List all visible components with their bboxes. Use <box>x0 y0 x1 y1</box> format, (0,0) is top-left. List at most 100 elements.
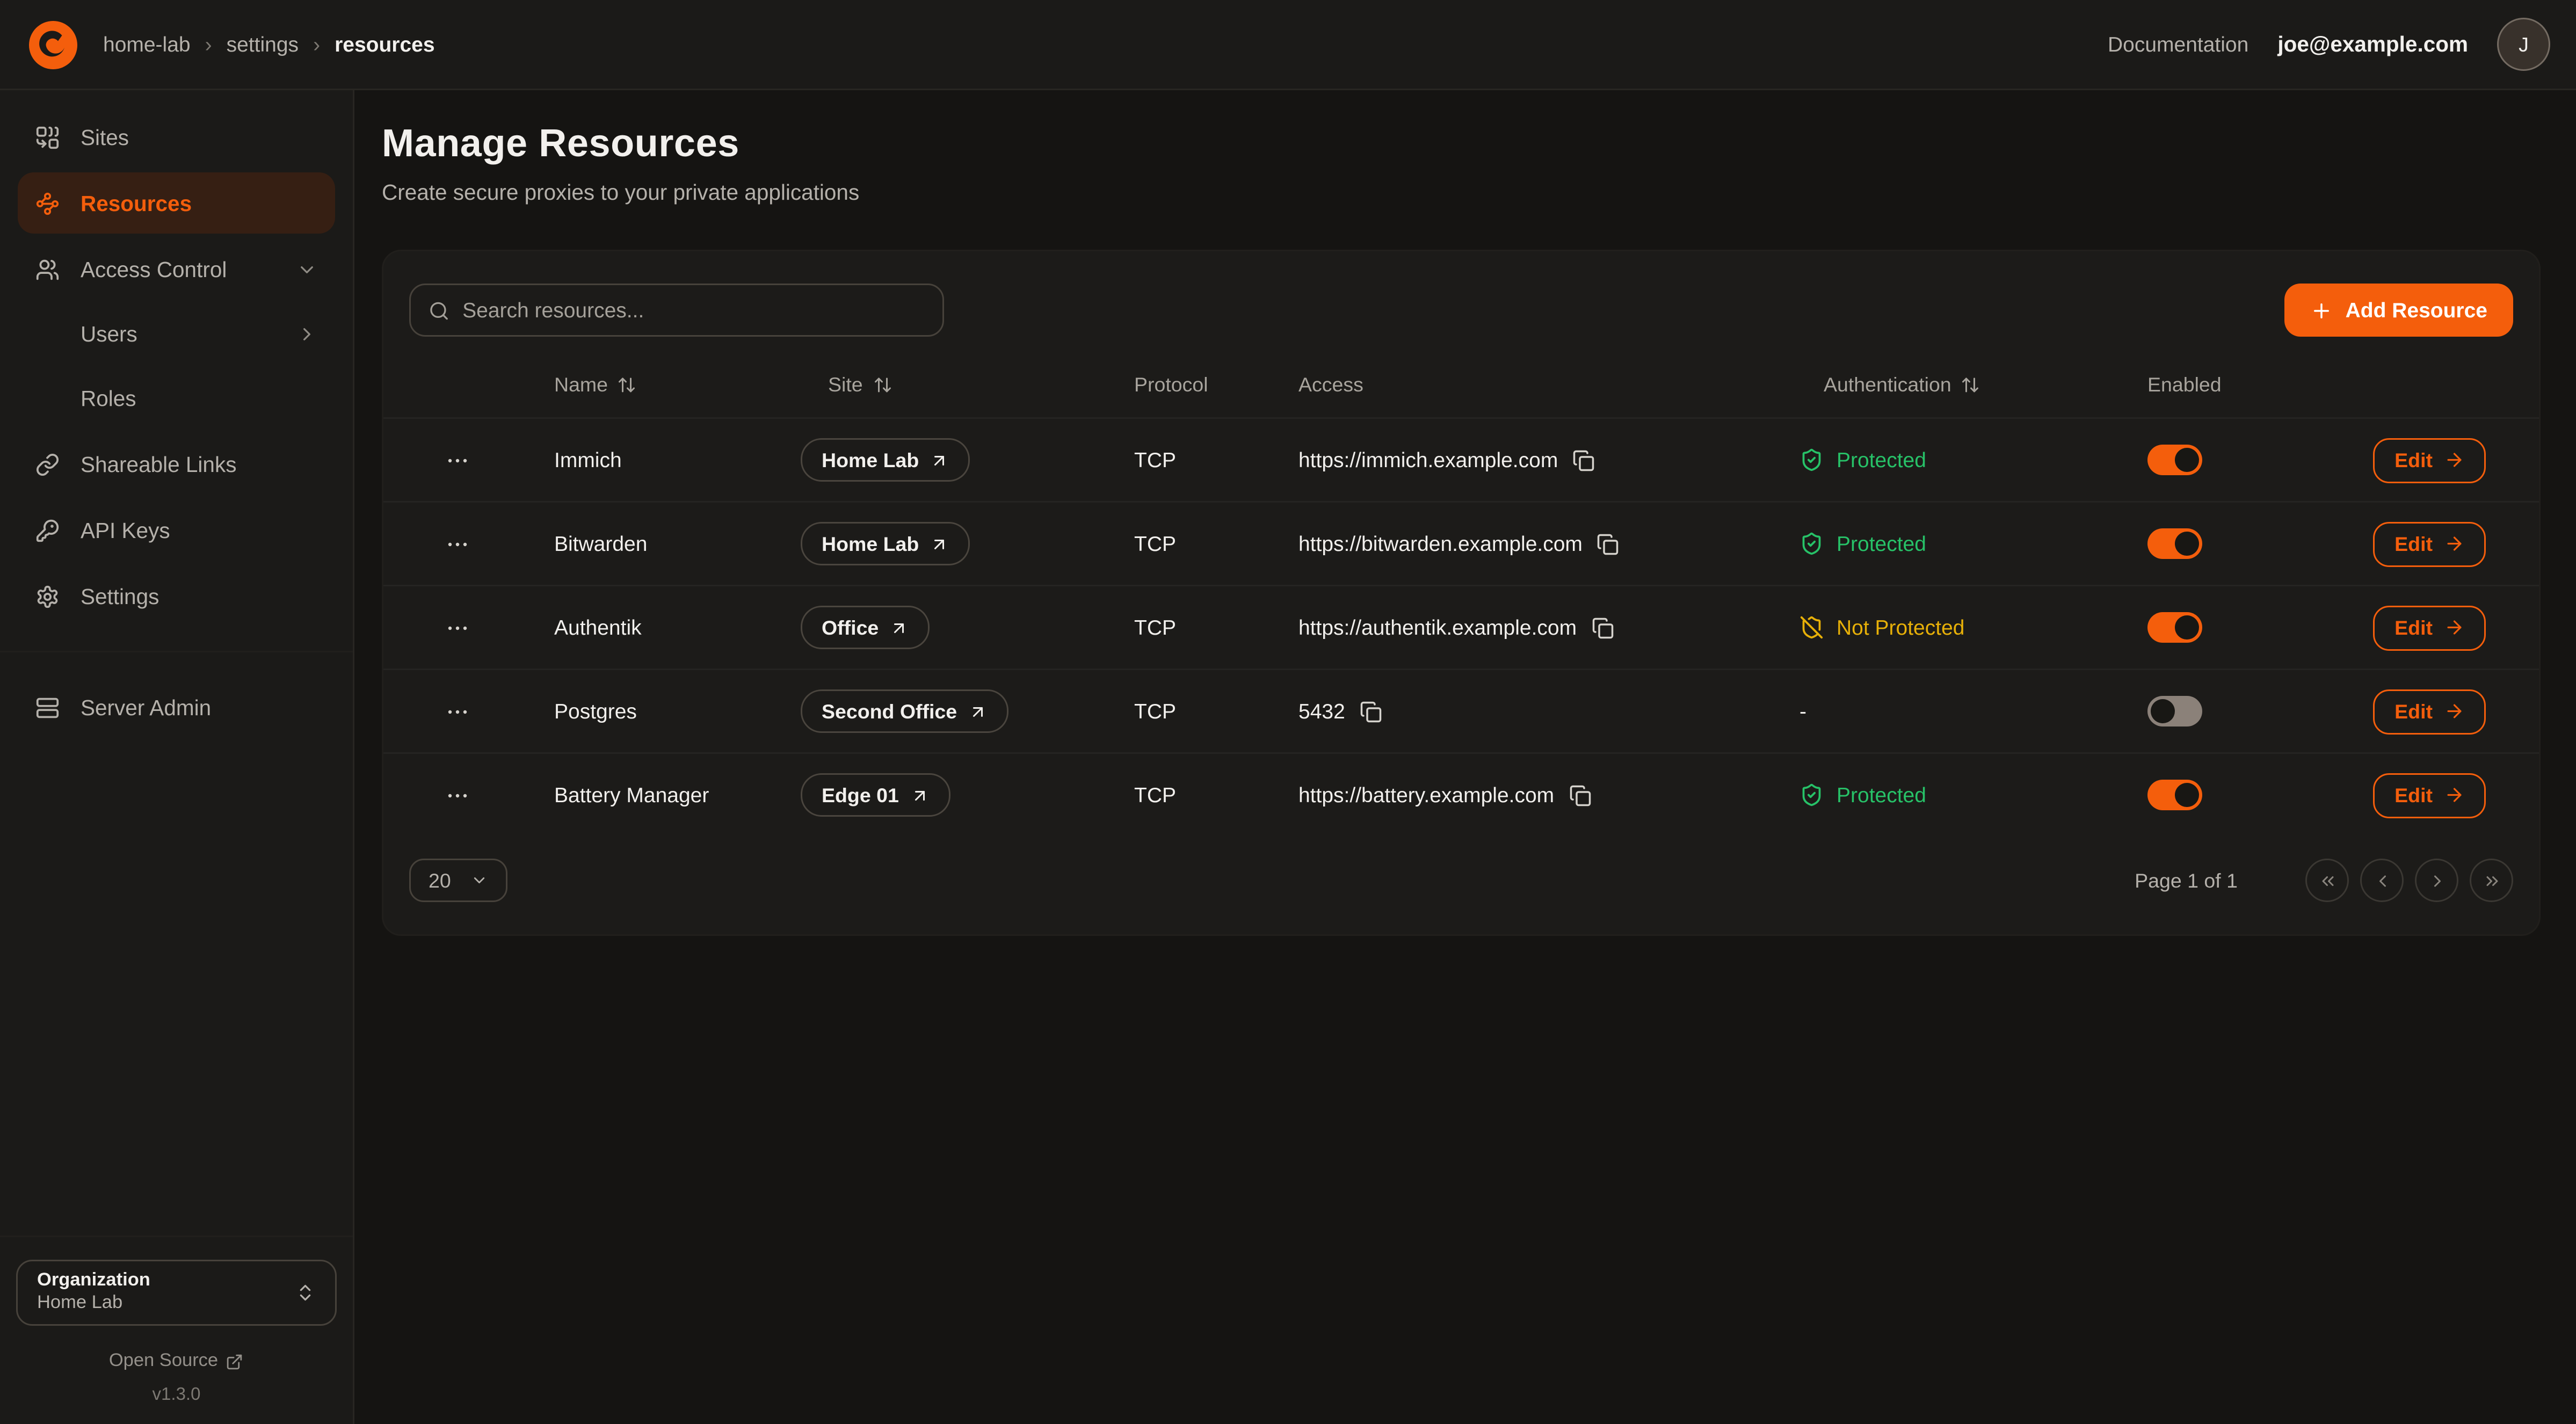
edit-button[interactable]: Edit <box>2374 689 2486 734</box>
shield-check-icon <box>1799 448 1824 472</box>
toggle-knob <box>2151 699 2175 723</box>
sidebar-item-sites[interactable]: Sites <box>18 106 335 168</box>
shield-check-icon <box>1799 783 1824 807</box>
organization-value: Home Lab <box>37 1295 295 1313</box>
row-protocol: TCP <box>1070 532 1237 556</box>
row-access: https://immich.example.com <box>1298 448 1558 472</box>
sidebar: Sites Resources Access Control Users <box>0 90 354 1424</box>
organization-label: Organization <box>37 1273 295 1291</box>
waypoints-icon <box>35 191 60 215</box>
sidebar-footer: Organization Home Lab Open Source v1.3.0 <box>0 1236 353 1405</box>
column-label: Enabled <box>2147 374 2222 396</box>
enabled-toggle[interactable] <box>2147 445 2202 475</box>
row-protocol: TCP <box>1070 448 1237 472</box>
sidebar-item-users[interactable]: Users <box>18 304 335 364</box>
pangolin-logo-icon[interactable] <box>26 17 81 72</box>
enabled-toggle[interactable] <box>2147 528 2202 559</box>
key-icon <box>35 518 60 542</box>
breadcrumb-org[interactable]: home-lab <box>103 32 191 56</box>
sidebar-item-server-admin[interactable]: Server Admin <box>18 677 335 738</box>
user-email[interactable]: joe@example.com <box>2277 32 2468 56</box>
edit-label: Edit <box>2394 533 2433 555</box>
server-icon <box>35 695 60 720</box>
copy-icon[interactable] <box>1572 449 1595 471</box>
row-menu-button[interactable] <box>409 782 506 808</box>
site-link-badge[interactable]: Home Lab <box>801 522 970 565</box>
last-page-button[interactable] <box>2470 859 2513 902</box>
column-header-access: Access <box>1237 374 1753 396</box>
avatar[interactable]: J <box>2497 18 2550 71</box>
page-size-select[interactable]: 20 <box>409 859 507 902</box>
site-link-badge[interactable]: Second Office <box>801 689 1008 733</box>
sort-icon <box>1961 375 1980 395</box>
gear-icon <box>35 584 60 608</box>
version-label: v1.3.0 <box>16 1385 337 1405</box>
site-link-badge[interactable]: Home Lab <box>801 438 970 482</box>
sidebar-item-settings[interactable]: Settings <box>18 565 335 627</box>
breadcrumb-separator: › <box>205 32 212 56</box>
sidebar-item-label: Settings <box>81 584 159 608</box>
enabled-toggle[interactable] <box>2147 696 2202 726</box>
edit-button[interactable]: Edit <box>2374 605 2486 650</box>
row-menu-button[interactable] <box>409 615 506 641</box>
auth-status: Protected <box>1753 783 2115 807</box>
documentation-link[interactable]: Documentation <box>2108 32 2248 56</box>
copy-icon[interactable] <box>1569 784 1591 807</box>
edit-label: Edit <box>2394 784 2433 807</box>
row-menu-button[interactable] <box>409 699 506 724</box>
site-link-badge[interactable]: Office <box>801 606 930 649</box>
edit-button[interactable]: Edit <box>2374 773 2486 818</box>
sidebar-item-access-control[interactable]: Access Control <box>18 238 335 300</box>
edit-button[interactable]: Edit <box>2374 521 2486 566</box>
open-source-link[interactable]: Open Source <box>16 1352 337 1371</box>
edit-label: Edit <box>2394 616 2433 639</box>
table-row: Authentik Office TCP https://authentik.e… <box>383 585 2539 669</box>
row-access: https://authentik.example.com <box>1298 615 1577 640</box>
breadcrumb: home-lab › settings › resources <box>103 32 435 56</box>
search-input[interactable] <box>462 298 925 322</box>
search-icon <box>429 299 449 322</box>
topbar: home-lab › settings › resources Document… <box>0 0 2576 90</box>
page-size-value: 20 <box>429 869 451 892</box>
table-body: Immich Home Lab TCP https://immich.examp… <box>383 417 2539 836</box>
auth-label: - <box>1799 699 1806 723</box>
site-link-badge[interactable]: Edge 01 <box>801 773 950 817</box>
column-header-authentication[interactable]: Authentication <box>1753 374 2115 396</box>
row-menu-button[interactable] <box>409 447 506 473</box>
sidebar-item-api-keys[interactable]: API Keys <box>18 499 335 561</box>
ellipsis-icon <box>445 531 470 557</box>
sort-icon <box>873 375 892 395</box>
column-header-site[interactable]: Site <box>780 374 1070 396</box>
first-page-button[interactable] <box>2305 859 2349 902</box>
ellipsis-icon <box>445 782 470 808</box>
table-row: Postgres Second Office TCP 5432 - Edit <box>383 669 2539 752</box>
enabled-toggle[interactable] <box>2147 780 2202 810</box>
edit-button[interactable]: Edit <box>2374 438 2486 483</box>
add-resource-button[interactable]: Add Resource <box>2284 284 2513 337</box>
sidebar-item-label: Roles <box>81 387 136 411</box>
sort-icon <box>618 375 637 395</box>
copy-icon[interactable] <box>1597 533 1620 555</box>
sidebar-item-roles[interactable]: Roles <box>18 369 335 428</box>
sidebar-item-shareable-links[interactable]: Shareable Links <box>18 433 335 495</box>
auth-status: - <box>1753 699 2115 723</box>
breadcrumb-settings[interactable]: settings <box>227 32 299 56</box>
sidebar-item-resources[interactable]: Resources <box>18 172 335 234</box>
add-resource-label: Add Resource <box>2346 298 2487 322</box>
auth-status: Protected <box>1753 532 2115 556</box>
column-header-name[interactable]: Name <box>506 374 780 396</box>
organization-selector[interactable]: Organization Home Lab <box>16 1260 337 1326</box>
column-label: Protocol <box>1134 374 1208 396</box>
enabled-toggle[interactable] <box>2147 612 2202 643</box>
copy-icon[interactable] <box>1360 700 1382 723</box>
search-input-wrap <box>409 284 944 337</box>
toggle-knob <box>2175 532 2199 556</box>
chevron-left-icon <box>2372 871 2392 890</box>
row-menu-button[interactable] <box>409 531 506 557</box>
ellipsis-icon <box>445 615 470 641</box>
previous-page-button[interactable] <box>2360 859 2404 902</box>
copy-icon[interactable] <box>1591 616 1614 639</box>
next-page-button[interactable] <box>2415 859 2458 902</box>
chevron-down-icon <box>296 259 317 280</box>
external-link-icon <box>226 1353 244 1370</box>
